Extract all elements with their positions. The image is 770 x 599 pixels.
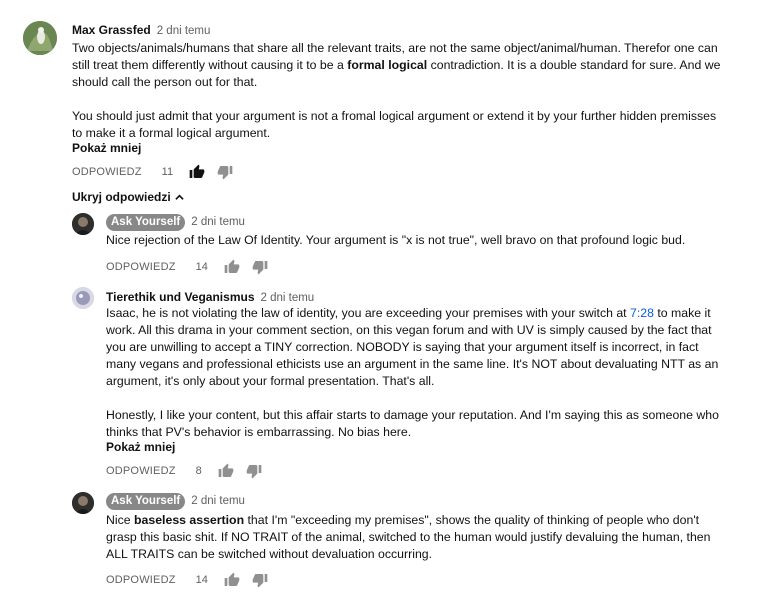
reply-actions: ODPOWIEDZ 8 xyxy=(106,463,262,479)
reply-text: Nice rejection of the Law Of Identity. Y… xyxy=(106,233,686,247)
reply-button[interactable]: ODPOWIEDZ xyxy=(72,166,142,178)
reply-button[interactable]: ODPOWIEDZ xyxy=(106,465,176,477)
reply-header: Ask Yourself 2 dni temu xyxy=(106,491,245,510)
show-less-link[interactable]: Pokaż mniej xyxy=(106,440,175,454)
avatar[interactable] xyxy=(72,213,94,235)
like-count: 8 xyxy=(195,465,202,477)
like-count: 14 xyxy=(195,574,208,586)
chevron-up-icon xyxy=(175,194,184,200)
thumbs-down-icon[interactable] xyxy=(246,463,262,479)
reply-text: Nice baseless assertion that I'm "exceed… xyxy=(106,513,711,561)
reply-text: Isaac, he is not violating the law of id… xyxy=(106,306,719,439)
hide-replies-button[interactable]: Ukryj odpowiedzi xyxy=(72,190,184,204)
reply-header: Tierethik und Veganismus 2 dni temu xyxy=(106,288,314,306)
comment-author[interactable]: Max Grassfed xyxy=(72,23,151,37)
avatar[interactable] xyxy=(72,492,94,514)
thumbs-up-icon[interactable] xyxy=(224,259,240,275)
author-badge[interactable]: Ask Yourself xyxy=(106,493,186,510)
thumbs-up-icon[interactable] xyxy=(218,463,234,479)
thumbs-down-icon[interactable] xyxy=(217,164,233,180)
thumbs-up-icon[interactable] xyxy=(189,164,205,180)
reply-time[interactable]: 2 dni temu xyxy=(261,292,315,304)
reply-button[interactable]: ODPOWIEDZ xyxy=(106,261,176,273)
comment-text: Two objects/animals/humans that share al… xyxy=(72,41,721,140)
thumbs-down-icon[interactable] xyxy=(252,259,268,275)
comment-actions: ODPOWIEDZ 11 xyxy=(72,164,233,180)
thumbs-up-icon[interactable] xyxy=(224,572,240,588)
like-count: 14 xyxy=(195,261,208,273)
reply-header: Ask Yourself 2 dni temu xyxy=(106,212,245,231)
reply-author[interactable]: Tierethik und Veganismus xyxy=(106,290,255,304)
reply-time[interactable]: 2 dni temu xyxy=(191,495,245,507)
reply-time[interactable]: 2 dni temu xyxy=(191,216,245,228)
like-count: 11 xyxy=(161,166,174,178)
thumbs-down-icon[interactable] xyxy=(252,572,268,588)
comment-time[interactable]: 2 dni temu xyxy=(157,25,211,37)
reply-actions: ODPOWIEDZ 14 xyxy=(106,572,268,588)
comment-header: Max Grassfed 2 dni temu xyxy=(72,21,210,39)
avatar[interactable] xyxy=(23,21,57,55)
reply-button[interactable]: ODPOWIEDZ xyxy=(106,574,176,586)
reply-actions: ODPOWIEDZ 14 xyxy=(106,259,268,275)
author-badge[interactable]: Ask Yourself xyxy=(106,214,186,231)
timestamp-link[interactable]: 7:28 xyxy=(630,306,654,320)
avatar[interactable] xyxy=(72,287,94,309)
show-less-link[interactable]: Pokaż mniej xyxy=(72,141,141,155)
